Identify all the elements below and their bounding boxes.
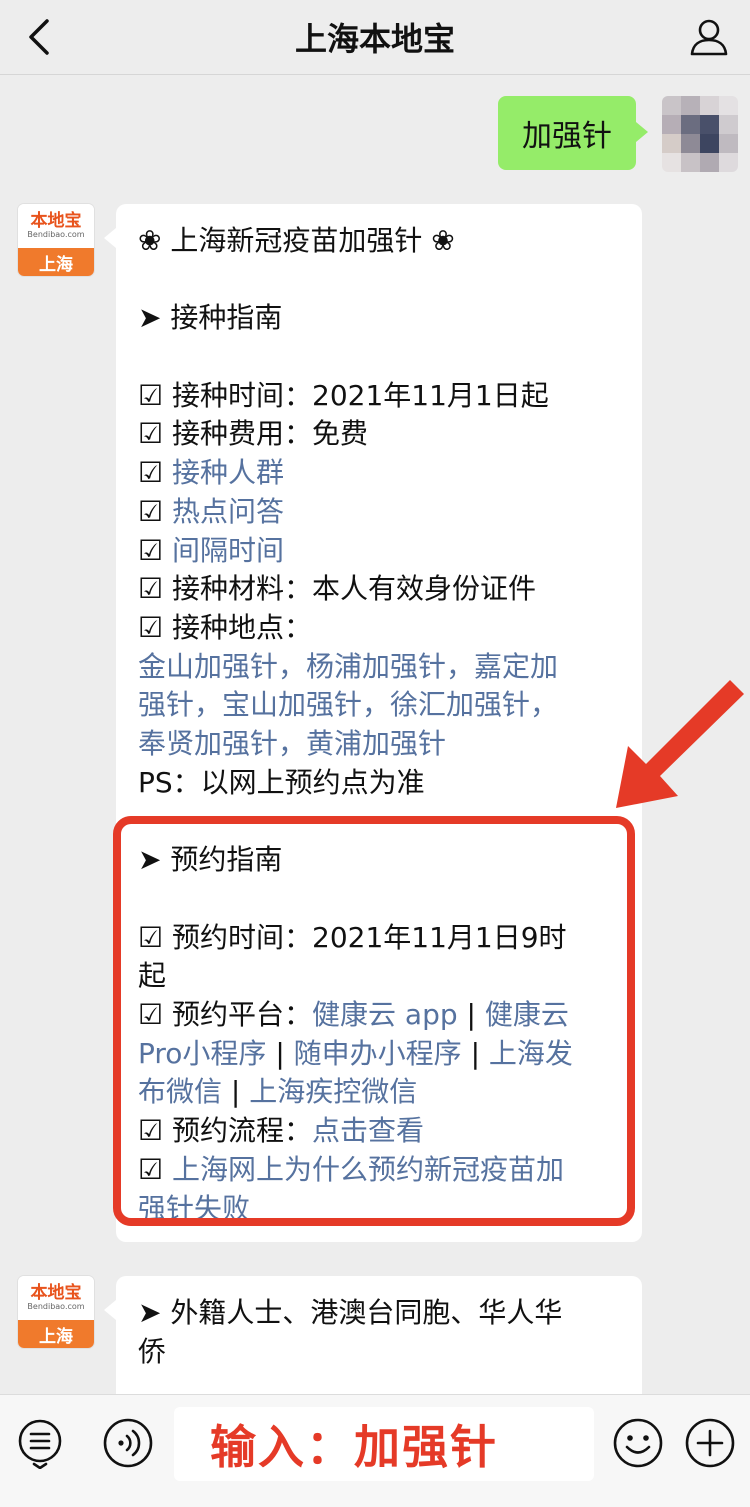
link-interval-time[interactable]: 间隔时间 — [172, 534, 284, 567]
appointment-platforms: Pro小程序 | 随申办小程序 | 上海发 — [138, 1036, 573, 1070]
logo-domain: Bendibao.com — [27, 230, 85, 239]
message-text: 侨 — [138, 1334, 167, 1368]
logo-name: 本地宝 — [30, 1283, 82, 1303]
vaccination-time: ☑ 接种时间：2021年11月1日起 — [138, 378, 549, 412]
link-district-list[interactable]: 奉贤加强针，黄浦加强针 — [138, 725, 620, 764]
appointment-time: 起 — [138, 959, 167, 993]
top-navigation-bar: 上海本地宝 — [0, 0, 750, 75]
logo-city: 上海 — [18, 1320, 94, 1348]
appointment-platforms: ☑ 预约平台：健康云 app | 健康云 — [138, 998, 569, 1031]
vaccination-cost: ☑ 接种费用：免费 — [138, 417, 369, 451]
link-jiankangyun-pro[interactable]: Pro小程序 — [138, 1037, 266, 1070]
section-heading-appointment: ➤ 预约指南 — [138, 843, 283, 877]
link-jiankangyun-pro[interactable]: 健康云 — [485, 998, 569, 1031]
link-suishenban[interactable]: 随申办小程序 — [294, 1037, 462, 1070]
link-eligible-crowd[interactable]: 接种人群 — [172, 456, 284, 489]
outgoing-message-text: 加强针 — [522, 119, 612, 154]
logo-domain: Bendibao.com — [27, 1302, 85, 1311]
voice-button[interactable] — [102, 1417, 154, 1469]
link-shanghai-release[interactable]: 上海发 — [489, 1037, 573, 1070]
appointment-platforms: 布微信 | 上海疾控微信 — [138, 1075, 418, 1109]
link-shanghai-release[interactable]: 布微信 — [138, 1075, 222, 1108]
link-jiankangyun-app[interactable]: 健康云 app — [312, 998, 458, 1031]
page-title: 上海本地宝 — [294, 20, 455, 58]
section-heading-vaccination: ➤ 接种指南 — [138, 301, 283, 335]
red-arrow-icon — [616, 680, 744, 808]
outgoing-message-bubble[interactable]: 加强针 — [498, 96, 648, 170]
list-item: ☑ 上海网上为什么预约新冠疫苗加 — [138, 1152, 565, 1186]
emoji-icon — [613, 1418, 663, 1468]
list-item: ☑ 间隔时间 — [138, 533, 285, 567]
menu-icon — [18, 1419, 62, 1469]
appointment-process: ☑ 预约流程：点击查看 — [138, 1114, 425, 1148]
message-title: ❀ 上海新冠疫苗加强针 ❀ — [138, 224, 455, 257]
logo-name: 本地宝 — [30, 211, 82, 231]
link-district-list[interactable]: 强针，宝山加强针，徐汇加强针， — [138, 686, 620, 725]
bot-avatar[interactable]: 本地宝 Bendibao.com 上海 — [18, 1276, 94, 1348]
incoming-message-bubble: ❀ 上海新冠疫苗加强针 ❀ ➤ 接种指南 ☑ 接种时间：2021年11月1日起 … — [104, 204, 642, 1242]
vaccination-location: ☑ 接种地点： — [138, 611, 313, 644]
message-text: ➤ 外籍人士、港澳台同胞、华人华 — [138, 1296, 563, 1329]
link-faq[interactable]: 热点问答 — [172, 495, 284, 528]
appointment-time: ☑ 预约时间：2021年11月1日9时 — [138, 920, 567, 954]
menu-button[interactable] — [14, 1417, 66, 1469]
postscript-note: PS：以网上预约点为准 — [138, 765, 425, 799]
input-bar: 输入：加强针 — [0, 1394, 750, 1507]
vaccination-materials: ☑ 接种材料：本人有效身份证件 — [138, 572, 537, 606]
plus-icon — [685, 1418, 735, 1468]
voice-icon — [103, 1418, 153, 1468]
bot-avatar[interactable]: 本地宝 Bendibao.com 上海 — [18, 204, 94, 276]
link-view-process[interactable]: 点击查看 — [312, 1114, 424, 1147]
person-icon — [690, 19, 728, 56]
profile-button[interactable] — [682, 10, 736, 64]
emoji-button[interactable] — [612, 1417, 664, 1469]
link-shanghai-cdc[interactable]: 上海疾控微信 — [249, 1075, 417, 1108]
user-avatar[interactable] — [662, 96, 738, 172]
link-district-list[interactable]: 金山加强针，杨浦加强针，嘉定加 — [138, 648, 620, 687]
list-item: ☑ 热点问答 — [138, 494, 285, 528]
message-input[interactable]: 输入：加强针 — [174, 1407, 594, 1481]
logo: 本地宝 Bendibao.com — [18, 204, 94, 248]
more-button[interactable] — [684, 1417, 736, 1469]
list-item: ☑ 接种人群 — [138, 456, 285, 490]
logo: 本地宝 Bendibao.com — [18, 1276, 94, 1320]
link-booking-failure[interactable]: 上海网上为什么预约新冠疫苗加 — [172, 1153, 564, 1186]
link-booking-failure[interactable]: 强针失败 — [138, 1190, 620, 1229]
logo-city: 上海 — [18, 248, 94, 276]
